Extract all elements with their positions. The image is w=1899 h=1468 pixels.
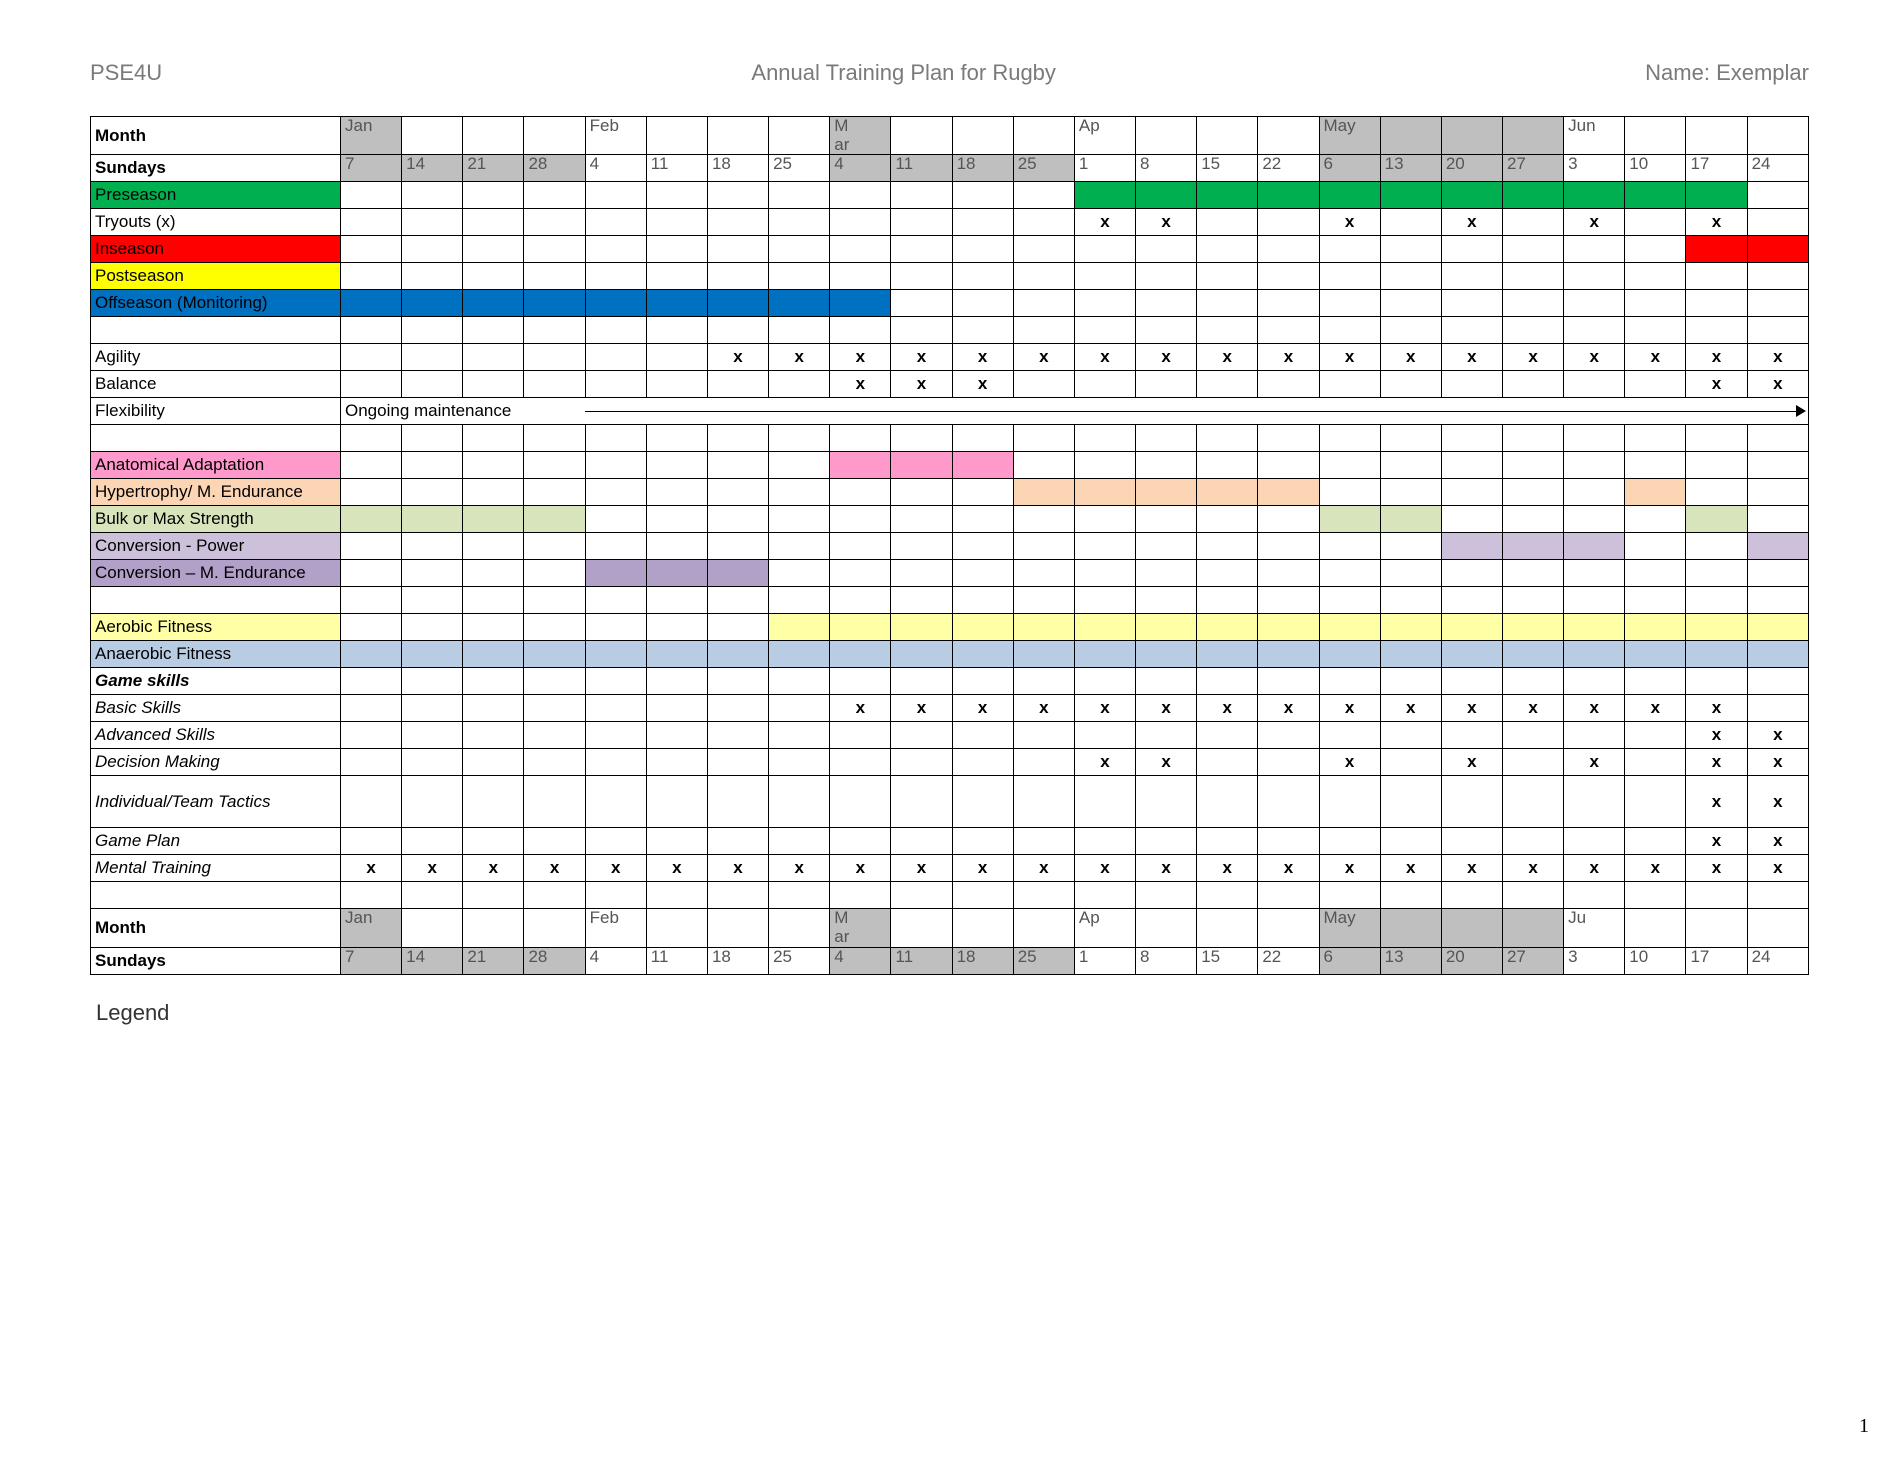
label-sundays: Sundays	[91, 155, 341, 182]
row-flex: FlexibilityOngoing maintenance	[91, 398, 1809, 425]
page-number: 1	[1859, 1415, 1869, 1438]
plan-table: MonthJanFebMarApMayJunSundays71421284111…	[90, 116, 1809, 975]
label-postseason: Postseason	[91, 263, 341, 290]
label-offseason: Offseason (Monitoring)	[91, 290, 341, 317]
row-tact: Individual/Team Tacticsxx	[91, 776, 1809, 828]
label-adv: Advanced Skills	[91, 722, 341, 749]
row-agility: Agilityxxxxxxxxxxxxxxxxxx	[91, 344, 1809, 371]
row-hyper: Hypertrophy/ M. Endurance	[91, 479, 1809, 506]
row-month2: MonthJanFebMarApMayJu	[91, 909, 1809, 947]
label-plan: Game Plan	[91, 828, 341, 855]
label-bulk: Bulk or Max Strength	[91, 506, 341, 533]
label-dec: Decision Making	[91, 749, 341, 776]
label-mental: Mental Training	[91, 855, 341, 882]
row-bulk: Bulk or Max Strength	[91, 506, 1809, 533]
row-sundays2: Sundays714212841118254111825181522613202…	[91, 947, 1809, 974]
label-flex: Flexibility	[91, 398, 341, 425]
row-balance: Balancexxxxx	[91, 371, 1809, 398]
label-tact: Individual/Team Tactics	[91, 776, 341, 828]
label-convm: Conversion – M. Endurance	[91, 560, 341, 587]
row-offseason: Offseason (Monitoring)	[91, 290, 1809, 317]
row-anaero: Anaerobic Fitness	[91, 641, 1809, 668]
label-inseason: Inseason	[91, 236, 341, 263]
legend-label: Legend	[96, 1000, 1809, 1026]
hdr-left: PSE4U	[90, 60, 162, 86]
row-convp: Conversion - Power	[91, 533, 1809, 560]
label-aero: Aerobic Fitness	[91, 614, 341, 641]
row-month: MonthJanFebMarApMayJun	[91, 117, 1809, 155]
label-hyper: Hypertrophy/ M. Endurance	[91, 479, 341, 506]
row-postseason: Postseason	[91, 263, 1809, 290]
hdr-center: Annual Training Plan for Rugby	[751, 60, 1056, 86]
label-game: Game skills	[91, 668, 341, 695]
label-agility: Agility	[91, 344, 341, 371]
row-sp3	[91, 587, 1809, 614]
label-anaero: Anaerobic Fitness	[91, 641, 341, 668]
row-inseason: Inseason	[91, 236, 1809, 263]
row-preseason: Preseason	[91, 182, 1809, 209]
row-aero: Aerobic Fitness	[91, 614, 1809, 641]
row-sp1	[91, 317, 1809, 344]
label-balance: Balance	[91, 371, 341, 398]
row-tryouts: Tryouts (x)xxxxxx	[91, 209, 1809, 236]
label-tryouts: Tryouts (x)	[91, 209, 341, 236]
row-adv: Advanced Skillsxx	[91, 722, 1809, 749]
hdr-right: Name: Exemplar	[1645, 60, 1809, 86]
label-month: Month	[91, 117, 341, 155]
label-convp: Conversion - Power	[91, 533, 341, 560]
row-basic: Basic Skillsxxxxxxxxxxxxxxx	[91, 695, 1809, 722]
row-plan: Game Planxx	[91, 828, 1809, 855]
row-game: Game skills	[91, 668, 1809, 695]
label-anat: Anatomical Adaptation	[91, 452, 341, 479]
row-convm: Conversion – M. Endurance	[91, 560, 1809, 587]
row-sp4	[91, 882, 1809, 909]
row-anat: Anatomical Adaptation	[91, 452, 1809, 479]
label-basic: Basic Skills	[91, 695, 341, 722]
row-sp2	[91, 425, 1809, 452]
label-sundays2: Sundays	[91, 947, 341, 974]
row-sundays: Sundays714212841118254111825181522613202…	[91, 155, 1809, 182]
label-preseason: Preseason	[91, 182, 341, 209]
row-dec: Decision Makingxxxxxxx	[91, 749, 1809, 776]
label-month2: Month	[91, 909, 341, 947]
row-mental: Mental Trainingxxxxxxxxxxxxxxxxxxxxxxxx	[91, 855, 1809, 882]
